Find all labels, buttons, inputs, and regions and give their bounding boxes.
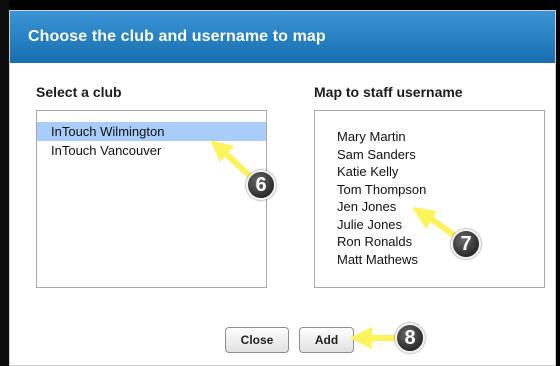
- add-button[interactable]: Add: [299, 327, 354, 353]
- map-username-dialog: Choose the club and username to map Sele…: [9, 10, 556, 366]
- staff-item-jen-jones[interactable]: Jen Jones: [337, 198, 544, 216]
- background-edge: [0, 0, 9, 366]
- staff-item-mary-martin[interactable]: Mary Martin: [337, 128, 544, 146]
- staff-username-label: Map to staff username: [314, 84, 463, 100]
- club-item-intouch-wilmington[interactable]: InTouch Wilmington: [37, 122, 266, 141]
- staff-item-tom-thompson[interactable]: Tom Thompson: [337, 181, 544, 199]
- club-item-intouch-vancouver[interactable]: InTouch Vancouver: [37, 141, 266, 160]
- dialog-title: Choose the club and username to map: [10, 11, 555, 63]
- step-6-badge: 6: [246, 170, 276, 200]
- staff-item-matt-mathews[interactable]: Matt Mathews: [337, 251, 544, 269]
- staff-item-sam-sanders[interactable]: Sam Sanders: [337, 146, 544, 164]
- screen: Choose the club and username to map Sele…: [0, 0, 560, 366]
- step-7-badge: 7: [451, 229, 481, 259]
- staff-username-listbox[interactable]: Mary Martin Sam Sanders Katie Kelly Tom …: [314, 110, 545, 288]
- close-button[interactable]: Close: [225, 327, 289, 353]
- club-listbox[interactable]: InTouch Wilmington InTouch Vancouver: [36, 110, 267, 288]
- staff-item-katie-kelly[interactable]: Katie Kelly: [337, 163, 544, 181]
- staff-item-julie-jones[interactable]: Julie Jones: [337, 216, 544, 234]
- step-8-badge: 8: [395, 323, 425, 353]
- select-club-label: Select a club: [36, 84, 122, 100]
- staff-item-ron-ronalds[interactable]: Ron Ronalds: [337, 233, 544, 251]
